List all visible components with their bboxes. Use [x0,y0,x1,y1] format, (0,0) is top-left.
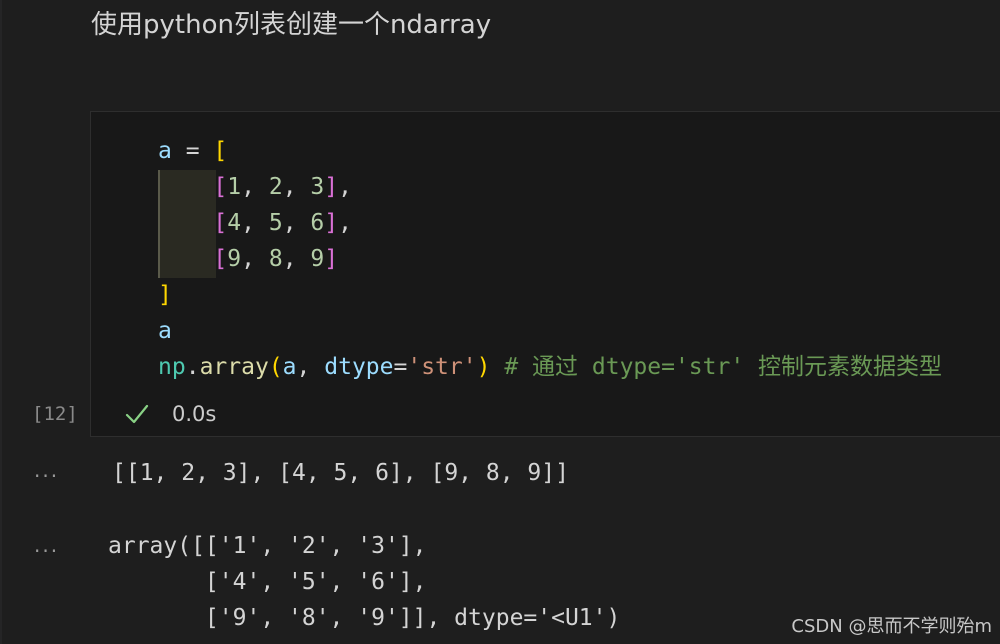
check-icon [125,404,149,424]
code-line-2: [1, 2, 3], [213,174,352,200]
notebook-left-rail [0,0,2,644]
code-line-1: a = [ [158,138,228,164]
output-2-prompt[interactable]: ... [34,533,59,557]
execution-count: [12] [32,403,78,425]
watermark: CSDN @思而不学则殆m [791,616,992,637]
output-1-line: [[1, 2, 3], [4, 5, 6], [9, 8, 9]] [112,460,569,486]
code-line-7: np.array(a, dtype='str') # 通过 dtype='str… [158,354,943,380]
output-2-line-1: array([['1', '2', '3'], [108,533,427,559]
markdown-heading: 使用python列表创建一个ndarray [91,10,492,40]
output-2-line-2: ['4', '5', '6'], [108,569,427,595]
code-line-4: [9, 8, 9] [213,246,339,272]
output-1-prompt[interactable]: ... [34,458,59,482]
code-line-3: [4, 5, 6], [213,210,352,236]
output-2-text: array([['1', '2', '3'], ['4', '5', '6'],… [108,528,620,636]
execution-duration: 0.0s [172,402,217,426]
code-line-5: ] [158,282,172,308]
output-2-line-3: ['9', '8', '9']], dtype='<U1') [108,605,621,631]
code-block[interactable]: a = [ [1, 2, 3], [4, 5, 6], [9, 8, 9] ] … [158,133,942,385]
execution-status: 0.0s [124,401,216,427]
output-1-text: [[1, 2, 3], [4, 5, 6], [9, 8, 9]] [112,455,569,491]
code-line-6: a [158,318,172,344]
